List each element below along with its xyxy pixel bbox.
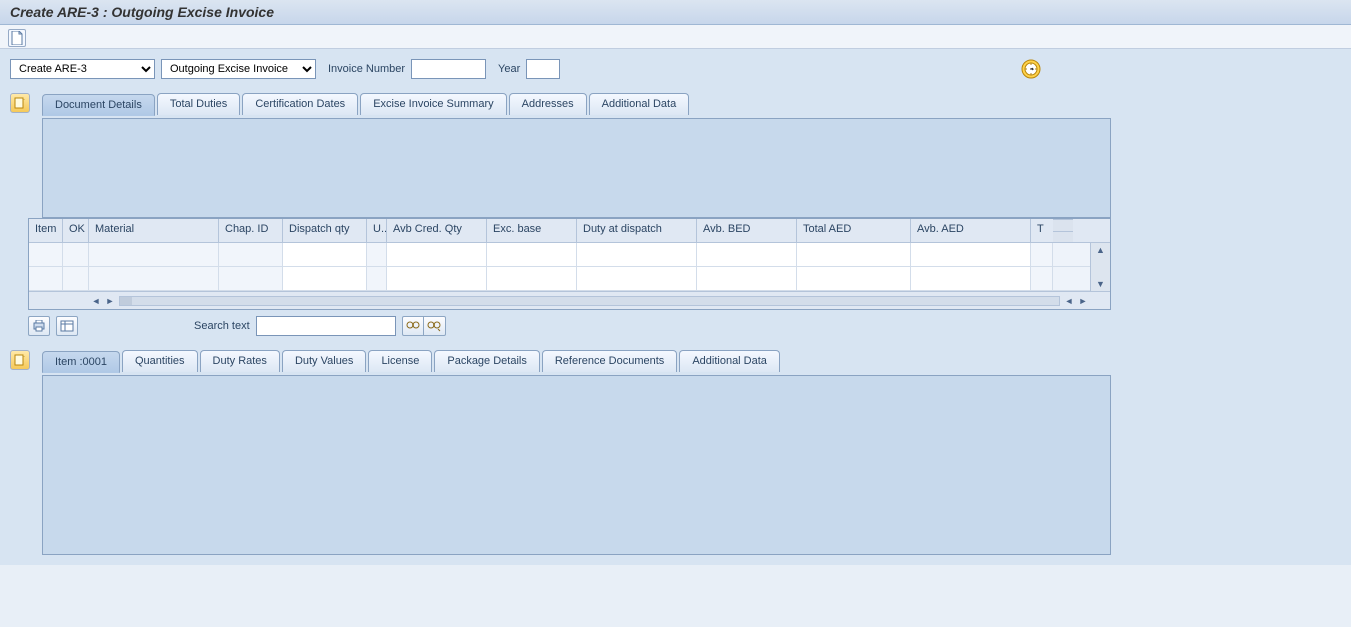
tab-quantities[interactable]: Quantities: [122, 350, 198, 372]
execute-icon[interactable]: [1021, 59, 1041, 79]
tab-duty-rates[interactable]: Duty Rates: [200, 350, 280, 372]
scroll-right-icon[interactable]: ►: [1076, 296, 1090, 306]
tab-item-0001[interactable]: Item :0001: [42, 351, 120, 373]
table-row[interactable]: [29, 243, 1090, 267]
col-ok[interactable]: OK: [63, 219, 89, 242]
grid-config-buttons[interactable]: [1053, 219, 1073, 242]
item-grid: Item OK Material Chap. ID Dispatch qty U…: [28, 218, 1111, 310]
invoice-number-label: Invoice Number: [328, 63, 405, 75]
invoice-number-input[interactable]: [411, 59, 486, 79]
tab-addresses[interactable]: Addresses: [509, 93, 587, 115]
scroll-left-icon[interactable]: ◄: [89, 296, 103, 306]
col-avb-aed[interactable]: Avb. AED: [911, 219, 1031, 242]
col-duty-dispatch[interactable]: Duty at dispatch: [577, 219, 697, 242]
find-icon[interactable]: [402, 316, 424, 336]
tab-package-details[interactable]: Package Details: [434, 350, 540, 372]
find-next-icon[interactable]: [424, 316, 446, 336]
col-t[interactable]: T: [1031, 219, 1053, 242]
tab-total-duties[interactable]: Total Duties: [157, 93, 240, 115]
app-toolbar: [0, 25, 1351, 49]
new-document-icon[interactable]: [8, 29, 26, 47]
upper-tabstrip: Document Details Total Duties Certificat…: [42, 93, 691, 115]
tab-additional-data-upper[interactable]: Additional Data: [589, 93, 690, 115]
page-title: Create ARE-3 : Outgoing Excise Invoice: [0, 0, 1351, 25]
tab-duty-values[interactable]: Duty Values: [282, 350, 367, 372]
col-total-aed[interactable]: Total AED: [797, 219, 911, 242]
tab-certification-dates[interactable]: Certification Dates: [242, 93, 358, 115]
col-avb-cred-qty[interactable]: Avb Cred. Qty: [387, 219, 487, 242]
year-label: Year: [498, 63, 520, 75]
search-bar: Search text: [28, 316, 1341, 336]
tab-additional-data-lower[interactable]: Additional Data: [679, 350, 780, 372]
scroll-down-icon[interactable]: ▼: [1096, 279, 1105, 289]
grid-header: Item OK Material Chap. ID Dispatch qty U…: [29, 219, 1110, 243]
tab-document-details[interactable]: Document Details: [42, 94, 155, 116]
collapse-upper-icon[interactable]: [10, 93, 30, 113]
horizontal-scrollbar[interactable]: ◄ ► ◄ ►: [29, 291, 1110, 309]
search-input[interactable]: [256, 316, 396, 336]
main-area: Create ARE-3 Outgoing Excise Invoice Inv…: [0, 49, 1351, 565]
tab-reference-documents[interactable]: Reference Documents: [542, 350, 677, 372]
col-item[interactable]: Item: [29, 219, 63, 242]
upper-tabwrap: Document Details Total Duties Certificat…: [10, 93, 1341, 115]
lower-panel: [42, 375, 1111, 555]
tab-license[interactable]: License: [368, 350, 432, 372]
document-select[interactable]: Outgoing Excise Invoice: [161, 59, 316, 79]
col-material[interactable]: Material: [89, 219, 219, 242]
search-label: Search text: [194, 320, 250, 332]
selection-row: Create ARE-3 Outgoing Excise Invoice Inv…: [10, 59, 1341, 79]
scroll-up-icon[interactable]: ▲: [1096, 245, 1105, 255]
action-select[interactable]: Create ARE-3: [10, 59, 155, 79]
lower-tabstrip: Item :0001 Quantities Duty Rates Duty Va…: [42, 350, 782, 372]
col-dispatch-qty[interactable]: Dispatch qty: [283, 219, 367, 242]
col-uom[interactable]: U...: [367, 219, 387, 242]
tab-excise-invoice-summary[interactable]: Excise Invoice Summary: [360, 93, 506, 115]
col-exc-base[interactable]: Exc. base: [487, 219, 577, 242]
collapse-lower-icon[interactable]: [10, 350, 30, 370]
export-icon[interactable]: [56, 316, 78, 336]
print-icon[interactable]: [28, 316, 50, 336]
col-chap-id[interactable]: Chap. ID: [219, 219, 283, 242]
year-input[interactable]: [526, 59, 560, 79]
table-row[interactable]: [29, 267, 1090, 291]
scroll-left-end-icon[interactable]: ◄: [1062, 296, 1076, 306]
vertical-scrollbar[interactable]: ▲ ▼: [1090, 243, 1110, 291]
scroll-right-inner-icon[interactable]: ►: [103, 296, 117, 306]
upper-panel: [42, 118, 1111, 218]
col-avb-bed[interactable]: Avb. BED: [697, 219, 797, 242]
lower-tabwrap: Item :0001 Quantities Duty Rates Duty Va…: [10, 350, 1341, 372]
